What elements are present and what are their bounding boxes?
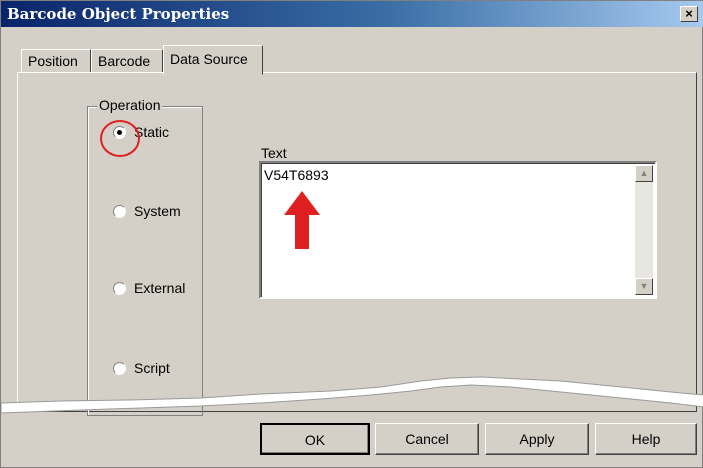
tab-barcode[interactable]: Barcode (91, 49, 163, 73)
text-input-value: V54T6893 (264, 167, 329, 183)
scroll-down-icon[interactable]: ▼ (635, 278, 653, 295)
operation-legend: Operation (97, 97, 163, 113)
radio-external[interactable]: External (113, 277, 185, 299)
tab-position[interactable]: Position (21, 49, 91, 73)
help-button[interactable]: Help (595, 423, 697, 455)
ok-button[interactable]: OK (260, 423, 370, 455)
close-button[interactable]: × (680, 6, 698, 22)
window-title: Barcode Object Properties (7, 5, 230, 23)
scroll-up-icon[interactable]: ▲ (635, 165, 653, 182)
vertical-scrollbar[interactable]: ▲ ▼ (635, 165, 653, 295)
text-field-label: Text (261, 145, 287, 161)
torn-edge-divider (1, 376, 703, 414)
radio-button[interactable] (113, 281, 126, 295)
apply-button[interactable]: Apply (485, 423, 589, 455)
red-arrow-annotation-icon (284, 191, 320, 249)
cancel-button[interactable]: Cancel (375, 423, 479, 455)
radio-label: System (134, 203, 181, 219)
radio-system[interactable]: System (113, 200, 181, 222)
highlight-circle-annotation (100, 120, 140, 157)
properties-dialog: Barcode Object Properties × Position Bar… (0, 0, 703, 468)
tab-data-source[interactable]: Data Source (163, 45, 263, 75)
radio-label: External (134, 280, 186, 296)
title-bar[interactable]: Barcode Object Properties × (1, 1, 703, 27)
radio-button[interactable] (113, 204, 126, 218)
